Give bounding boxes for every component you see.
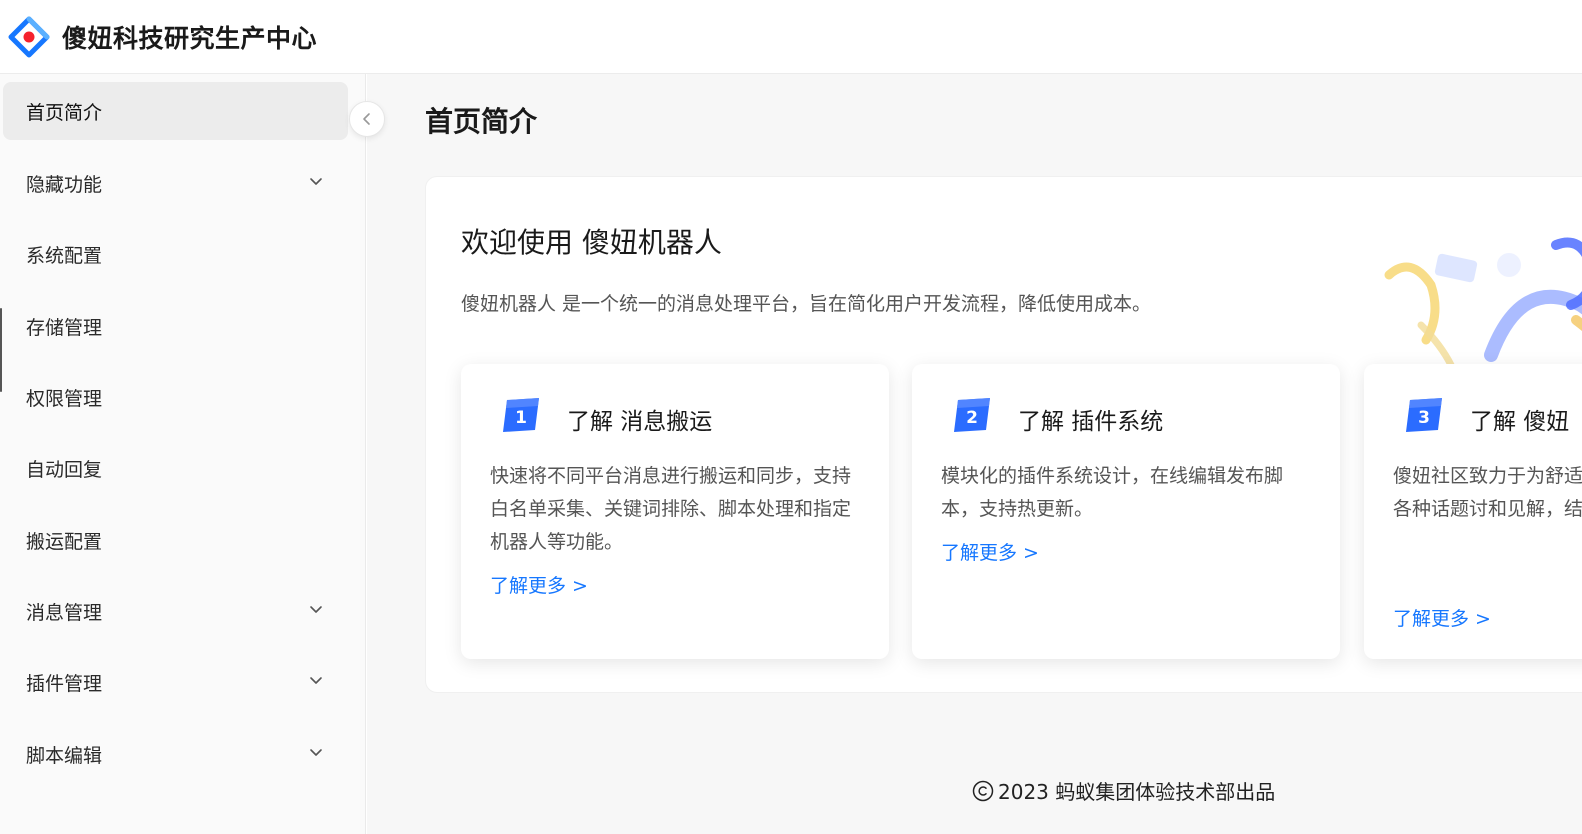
sidebar-item-10[interactable]: 脚本编辑: [3, 725, 348, 783]
sidebar-scrollbar[interactable]: [0, 308, 2, 392]
sidebar-item-4[interactable]: 存储管理: [3, 297, 348, 355]
number-badge-icon: 3: [1406, 398, 1442, 432]
page-title: 首页简介: [425, 105, 538, 138]
chevron-down-icon: [310, 749, 322, 756]
decorative-ribbon-illustration: [1384, 237, 1582, 369]
welcome-title: 欢迎使用 傻妞机器人: [461, 226, 722, 259]
sidebar-item-2[interactable]: 隐藏功能: [3, 154, 348, 212]
welcome-card: 欢迎使用 傻妞机器人 傻妞机器人 是一个统一的消息处理平台，旨在简化用户开发流程…: [425, 176, 1582, 693]
sidebar-collapse-button[interactable]: [349, 101, 385, 137]
footer: 2023 蚂蚁集团体验技术部出品: [972, 776, 1275, 805]
feature-card-3: 3 了解 傻妞傻妞社区致力于为舒适的交流空间。以参与各种话题讨和见解，结识志同道了…: [1364, 364, 1582, 659]
sidebar-item-7[interactable]: 搬运配置: [3, 511, 348, 569]
brand-title: 傻妞科技研究生产中心: [62, 23, 318, 53]
footer-text: 2023 蚂蚁集团体验技术部出品: [998, 780, 1276, 804]
chevron-down-icon: [310, 178, 322, 185]
sidebar-item-1[interactable]: 首页简介: [3, 82, 348, 140]
sidebar-item-label: 系统配置: [26, 244, 103, 267]
sidebar-item-label: 脚本编辑: [26, 744, 103, 767]
chevron-down-icon: [310, 606, 322, 613]
sidebar-item-9[interactable]: 插件管理: [3, 653, 348, 711]
sidebar-item-3[interactable]: 系统配置: [3, 225, 348, 283]
badge-number: 1: [515, 408, 527, 428]
learn-more-link[interactable]: 了解更多 >: [1393, 604, 1491, 631]
feature-card-2: 2 了解 插件系统模块化的插件系统设计，在线编辑发布脚本，支持热更新。了解更多 >: [912, 364, 1340, 659]
badge-number: 2: [966, 408, 978, 428]
feature-title: 了解 消息搬运: [567, 409, 713, 435]
number-badge-icon: 2: [954, 398, 990, 432]
feature-description: 模块化的插件系统设计，在线编辑发布脚本，支持热更新。: [941, 465, 1284, 520]
sidebar-item-label: 消息管理: [26, 601, 103, 624]
sidebar-item-label: 自动回复: [26, 458, 103, 481]
feature-card-1: 1 了解 消息搬运快速将不同平台消息进行搬运和同步，支持白名单采集、关键词排除、脚…: [461, 364, 889, 659]
feature-title: 了解 插件系统: [1018, 409, 1164, 435]
chevron-left-icon: [363, 113, 370, 125]
learn-more-link[interactable]: 了解更多 >: [490, 571, 588, 598]
feature-description: 傻妞社区致力于为舒适的交流空间。以参与各种话题讨和见解，结识志同道: [1393, 465, 1582, 520]
sidebar-item-label: 首页简介: [26, 101, 103, 124]
welcome-description: 傻妞机器人 是一个统一的消息处理平台，旨在简化用户开发流程，降低使用成本。: [461, 293, 1152, 315]
sidebar-item-8[interactable]: 消息管理: [3, 582, 348, 640]
sidebar-item-label: 权限管理: [26, 387, 103, 410]
sidebar-item-label: 隐藏功能: [26, 173, 103, 196]
sidebar-item-5[interactable]: 权限管理: [3, 368, 348, 426]
main-content: 首页简介 欢迎使用 傻妞机器人 傻妞机器人 是一个统一的消息处理平台，旨在简化用…: [367, 74, 1582, 834]
sidebar-item-label: 插件管理: [26, 672, 103, 695]
sidebar-item-label: 存储管理: [26, 316, 103, 339]
top-header: 傻妞科技研究生产中心: [0, 0, 1582, 74]
diamond-logo-icon: [8, 16, 50, 57]
badge-number: 3: [1418, 408, 1430, 428]
copyright-icon: [972, 780, 994, 801]
sidebar-item-label: 搬运配置: [26, 530, 103, 553]
feature-title: 了解 傻妞: [1470, 409, 1570, 435]
learn-more-link[interactable]: 了解更多 >: [941, 538, 1039, 565]
number-badge-icon: 1: [503, 398, 539, 432]
chevron-down-icon: [310, 677, 322, 684]
sidebar: 首页简介隐藏功能系统配置存储管理权限管理自动回复搬运配置消息管理插件管理脚本编辑: [0, 74, 366, 834]
feature-description: 快速将不同平台消息进行搬运和同步，支持白名单采集、关键词排除、脚本处理和指定机器…: [490, 465, 852, 553]
sidebar-item-6[interactable]: 自动回复: [3, 439, 348, 497]
